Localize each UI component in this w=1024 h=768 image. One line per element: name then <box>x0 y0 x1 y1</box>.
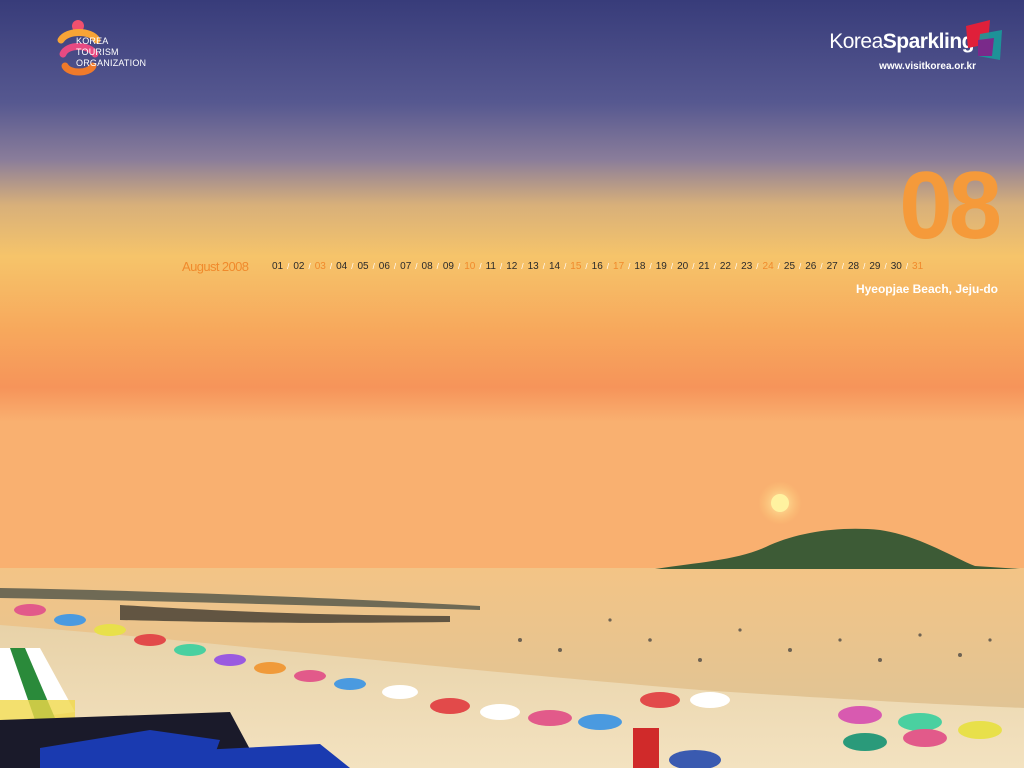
day-16: 16 <box>591 261 603 272</box>
day-15: 15 <box>570 261 582 272</box>
day-11: 11 <box>485 261 496 272</box>
day-21: 21 <box>698 261 710 272</box>
day-separator: / <box>351 262 354 271</box>
korea-sparkling-mark-icon <box>966 20 1002 60</box>
day-separator: / <box>713 262 716 271</box>
day-31: 31 <box>912 261 924 272</box>
day-06: 06 <box>378 261 390 272</box>
day-22: 22 <box>719 261 731 272</box>
day-separator: / <box>542 262 545 271</box>
day-23: 23 <box>741 261 753 272</box>
day-28: 28 <box>847 261 860 272</box>
visitkorea-link[interactable]: www.visitkorea.or.kr <box>879 61 976 72</box>
beach-sunset-photo <box>0 0 1024 768</box>
month-number: 08 <box>899 152 1002 259</box>
day-separator: / <box>308 262 311 271</box>
day-separator: / <box>756 262 759 271</box>
day-20: 20 <box>677 261 689 272</box>
day-separator: / <box>777 262 780 271</box>
day-24: 24 <box>762 261 774 272</box>
day-17: 17 <box>613 261 625 272</box>
day-12: 12 <box>506 261 518 272</box>
day-separator: / <box>606 262 610 271</box>
day-04: 04 <box>336 261 348 272</box>
day-separator: / <box>415 262 418 271</box>
day-01: 01 <box>272 261 284 272</box>
day-08: 08 <box>421 261 433 272</box>
day-separator: / <box>329 262 333 271</box>
day-separator: / <box>799 262 802 271</box>
day-09: 09 <box>442 261 454 272</box>
kto-line-2: TOURISM <box>76 47 119 57</box>
day-separator: / <box>692 262 695 271</box>
day-26: 26 <box>805 261 817 272</box>
photo-caption: Hyeopjae Beach, Jeju-do <box>855 282 998 296</box>
day-separator: / <box>287 262 290 271</box>
brand-regular: Korea <box>829 30 883 53</box>
day-separator: / <box>393 262 397 271</box>
kto-line-3: ORGANIZATION <box>76 58 147 68</box>
day-18: 18 <box>634 261 646 272</box>
day-19: 19 <box>655 261 667 272</box>
day-strip: 01/02/03/04/05/06/07/08/09/10/11/12/13/1… <box>272 261 1002 272</box>
month-label: August 2008 <box>182 259 249 274</box>
day-30: 30 <box>890 261 902 272</box>
day-separator: / <box>841 262 844 271</box>
korea-sparkling-wordmark: KoreaSparkling <box>829 30 974 54</box>
day-27: 27 <box>826 261 838 272</box>
day-10: 10 <box>464 261 476 272</box>
day-05: 05 <box>357 261 369 272</box>
day-25: 25 <box>783 261 796 272</box>
brand-bold: Sparkling <box>882 30 975 53</box>
day-separator: / <box>628 262 631 271</box>
day-separator: / <box>905 262 909 271</box>
day-separator: / <box>649 262 652 271</box>
day-separator: / <box>884 262 887 271</box>
day-separator: / <box>564 262 567 271</box>
kto-line-1: KOREA <box>76 36 109 46</box>
day-separator: / <box>479 262 482 271</box>
day-07: 07 <box>400 261 412 272</box>
day-separator: / <box>458 262 461 271</box>
day-13: 13 <box>527 261 539 272</box>
day-02: 02 <box>293 261 305 272</box>
day-separator: / <box>585 262 588 271</box>
day-separator: / <box>436 262 439 271</box>
day-14: 14 <box>548 261 561 272</box>
day-separator: / <box>372 262 375 271</box>
day-separator: / <box>670 262 674 271</box>
day-separator: / <box>499 262 503 271</box>
day-29: 29 <box>869 261 881 272</box>
day-separator: / <box>820 262 823 271</box>
day-separator: / <box>521 262 524 271</box>
kto-org-name: KOREA TOURISM ORGANIZATION <box>76 36 146 69</box>
day-separator: / <box>863 262 866 271</box>
day-03: 03 <box>314 261 326 272</box>
day-separator: / <box>734 262 738 271</box>
